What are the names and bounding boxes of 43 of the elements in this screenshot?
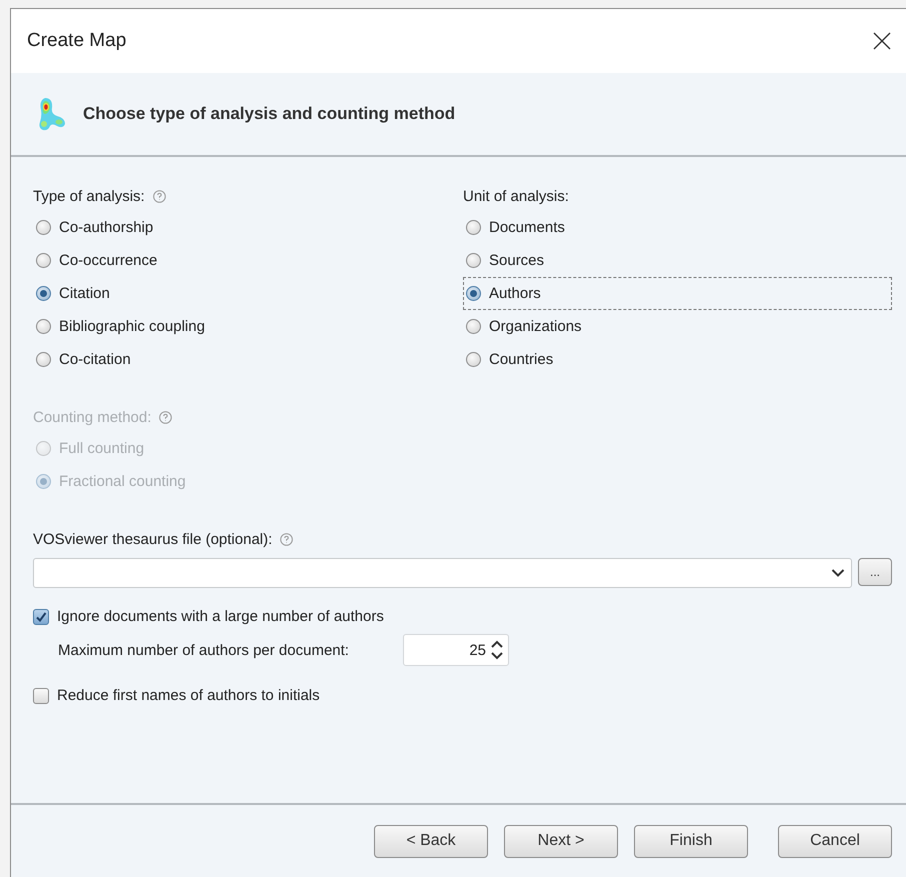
heatmap-logo-icon (37, 96, 67, 132)
radio-option[interactable]: Bibliographic coupling (33, 310, 206, 343)
radio-button[interactable] (466, 319, 481, 334)
radio-option[interactable]: Co-citation (33, 343, 132, 376)
checkbox-label: Ignore documents with a large number of authors (57, 608, 384, 625)
up-down-icon[interactable] (490, 639, 504, 661)
radio-option[interactable]: Citation (33, 277, 111, 310)
radio-option[interactable]: Co-occurrence (33, 244, 158, 277)
field-label: Maximum number of authors per document: (58, 642, 350, 658)
radio-option[interactable]: Countries (463, 343, 554, 376)
step-title: Choose type of analysis and counting method (83, 104, 456, 124)
checkbox-label: Reduce first names of authors to initials (57, 687, 320, 704)
browse-button[interactable]: ... (858, 558, 892, 586)
wizard-button[interactable]: Finish (634, 824, 748, 858)
help-icon[interactable] (280, 532, 294, 546)
radio-button[interactable] (466, 253, 481, 268)
radio-button[interactable] (466, 220, 481, 235)
close-icon[interactable] (872, 31, 892, 51)
group-label: Counting method: (33, 408, 152, 426)
wizard-button[interactable]: Next > (504, 824, 618, 858)
checkbox[interactable] (33, 608, 49, 624)
radio-button[interactable] (466, 286, 481, 301)
radio-option[interactable]: Organizations (463, 310, 583, 343)
checkbox[interactable] (33, 688, 49, 704)
chevron-down-icon[interactable] (831, 568, 845, 578)
radio-button[interactable] (36, 220, 51, 235)
radio-button[interactable] (36, 253, 51, 268)
radio-button[interactable] (36, 286, 51, 301)
radio-option[interactable]: Co-authorship (33, 211, 154, 244)
radio-option[interactable]: Authors (463, 277, 892, 310)
group-label: Type of analysis: (33, 188, 145, 204)
group-label: Unit of analysis: (463, 188, 569, 204)
help-icon[interactable] (152, 190, 166, 202)
radio-button[interactable] (466, 352, 481, 367)
radio-button[interactable] (36, 352, 51, 367)
radio-option[interactable]: Sources (463, 244, 546, 277)
radio-option[interactable]: Documents (463, 211, 566, 244)
number-spinner[interactable]: 25 (403, 634, 509, 666)
radio-button[interactable] (36, 319, 51, 334)
wizard-button[interactable]: < Back (374, 824, 488, 858)
wizard-button[interactable]: Cancel (778, 824, 892, 858)
field-label: VOSviewer thesaurus file (optional): (33, 530, 272, 548)
window-title: Create Map (27, 30, 126, 52)
